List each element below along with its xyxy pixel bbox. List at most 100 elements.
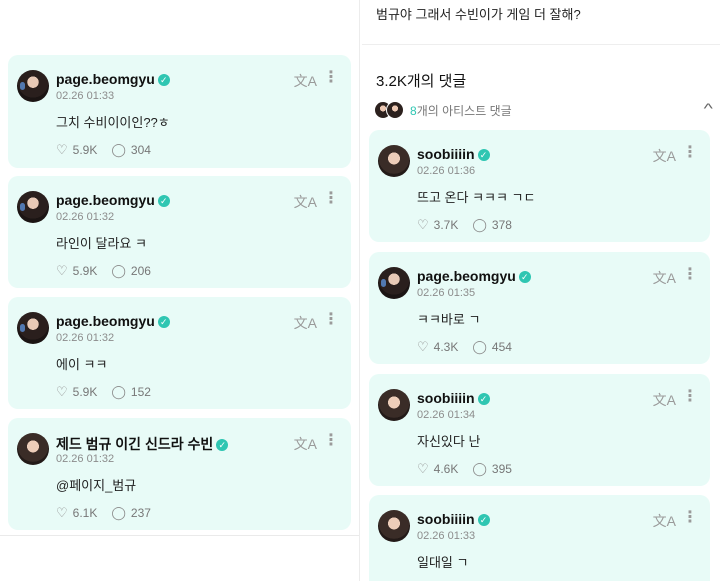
avatar[interactable] xyxy=(17,312,49,344)
comment-actions: ♡ 3.7K ◯ 378 xyxy=(417,217,526,233)
comment-card[interactable]: soobiiiin ✓ 02.26 01:36 文A ⋮ 뜨고 온다 ㅋㅋㅋ ㄱㄷ… xyxy=(369,130,710,242)
more-vertical-icon[interactable]: ⋮ xyxy=(682,389,698,405)
comment-text: 자신있다 난 xyxy=(417,434,481,449)
like-count: 3.7K xyxy=(433,218,459,232)
comment-time: 02.26 01:36 xyxy=(417,165,476,177)
artist-comment-count: 8 xyxy=(410,103,417,118)
avatar[interactable] xyxy=(378,145,410,177)
chevron-up-icon[interactable]: ^ xyxy=(704,100,713,116)
like-icon[interactable]: ♡ xyxy=(417,339,429,355)
translate-icon[interactable]: 文A xyxy=(294,192,317,212)
comment-text: 일대일 ㄱ xyxy=(417,555,469,570)
comment-author: soobiiiin xyxy=(417,511,475,527)
avatar[interactable] xyxy=(17,191,49,223)
comment-author: page.beomgyu xyxy=(417,268,516,284)
comment-card[interactable]: soobiiiin ✓ 02.26 01:33 文A ⋮ 일대일 ㄱ xyxy=(369,495,710,581)
translate-icon[interactable]: 文A xyxy=(653,390,676,410)
more-vertical-icon[interactable]: ⋮ xyxy=(323,70,339,86)
left-comment-panel: page.beomgyu ✓ 02.26 01:33 文A ⋮ 그치 수비이이인?… xyxy=(0,0,360,581)
like-icon[interactable]: ♡ xyxy=(417,461,429,477)
comment-text: 에이 ㅋㅋ xyxy=(56,357,108,372)
like-count: 5.9K xyxy=(72,264,98,278)
comment-time: 02.26 01:32 xyxy=(56,332,115,344)
avatar[interactable] xyxy=(378,510,410,542)
comment-time: 02.26 01:32 xyxy=(56,453,115,465)
translate-icon[interactable]: 文A xyxy=(294,71,317,91)
like-count: 5.9K xyxy=(72,385,98,399)
comment-text: 라인이 달라요 ㅋ xyxy=(56,236,147,251)
avatar[interactable] xyxy=(378,267,410,299)
avatar[interactable] xyxy=(17,70,49,102)
more-vertical-icon[interactable]: ⋮ xyxy=(323,312,339,328)
comment-card[interactable]: page.beomgyu ✓ 02.26 01:32 文A ⋮ 에이 ㅋㅋ ♡ 5… xyxy=(8,297,351,409)
comment-text: 뜨고 온다 ㅋㅋㅋ ㄱㄷ xyxy=(417,190,536,205)
translate-icon[interactable]: 文A xyxy=(653,268,676,288)
reply-bubble-icon[interactable]: ◯ xyxy=(472,339,487,355)
reply-bubble-icon[interactable]: ◯ xyxy=(111,505,126,521)
more-vertical-icon[interactable]: ⋮ xyxy=(323,191,339,207)
avatar[interactable] xyxy=(378,389,410,421)
translate-icon[interactable]: 文A xyxy=(653,146,676,166)
reply-bubble-icon[interactable]: ◯ xyxy=(111,263,126,279)
translate-icon[interactable]: 文A xyxy=(294,434,317,454)
post-text: 범규야 그래서 수빈이가 게임 더 잘해? xyxy=(376,7,581,22)
comment-author: soobiiiin xyxy=(417,146,475,162)
more-vertical-icon[interactable]: ⋮ xyxy=(682,267,698,283)
more-vertical-icon[interactable]: ⋮ xyxy=(682,510,698,526)
verified-badge-icon: ✓ xyxy=(157,74,170,86)
reply-bubble-icon[interactable]: ◯ xyxy=(472,461,487,477)
verified-badge-icon: ✓ xyxy=(477,393,490,405)
like-count: 4.6K xyxy=(433,462,459,476)
translate-icon[interactable]: 文A xyxy=(653,511,676,531)
reply-count: 152 xyxy=(130,385,151,399)
reply-bubble-icon[interactable]: ◯ xyxy=(111,384,126,400)
comment-card[interactable]: 제드 범규 이긴 신드라 수빈 ✓ 02.26 01:32 文A ⋮ @페이지_범… xyxy=(8,418,351,530)
reply-count: 304 xyxy=(130,143,151,157)
avatar[interactable] xyxy=(17,433,49,465)
comment-actions: ♡ 5.9K ◯ 206 xyxy=(56,263,165,279)
comment-actions: ♡ 5.9K ◯ 152 xyxy=(56,384,165,400)
comment-actions: ♡ 5.9K ◯ 304 xyxy=(56,142,165,158)
more-vertical-icon[interactable]: ⋮ xyxy=(682,145,698,161)
divider xyxy=(0,535,359,536)
verified-badge-icon: ✓ xyxy=(477,149,490,161)
reply-count: 237 xyxy=(130,506,151,520)
verified-badge-icon: ✓ xyxy=(157,195,170,207)
like-icon[interactable]: ♡ xyxy=(56,384,68,400)
comment-author: page.beomgyu xyxy=(56,71,155,87)
verified-badge-icon: ✓ xyxy=(216,439,229,451)
reply-bubble-icon[interactable]: ◯ xyxy=(472,217,487,233)
reply-count: 378 xyxy=(491,218,512,232)
divider xyxy=(362,44,720,45)
comment-text: ㅋㅋ바로 ㄱ xyxy=(417,312,481,327)
reply-count: 206 xyxy=(130,264,151,278)
comment-author: soobiiiin xyxy=(417,390,475,406)
artist-comments-toggle[interactable]: 8개의 아티스트 댓글 ^ xyxy=(374,100,714,120)
comment-time: 02.26 01:33 xyxy=(417,530,476,542)
reply-bubble-icon[interactable]: ◯ xyxy=(111,142,126,158)
more-vertical-icon[interactable]: ⋮ xyxy=(323,433,339,449)
like-count: 6.1K xyxy=(72,506,98,520)
like-icon[interactable]: ♡ xyxy=(56,142,68,158)
reply-count: 395 xyxy=(491,462,512,476)
like-icon[interactable]: ♡ xyxy=(56,505,68,521)
comment-card[interactable]: soobiiiin ✓ 02.26 01:34 文A ⋮ 자신있다 난 ♡ 4.6… xyxy=(369,374,710,486)
like-count: 5.9K xyxy=(72,143,98,157)
reply-count: 454 xyxy=(491,340,512,354)
comment-text: 그치 수비이이인??ㅎ xyxy=(56,115,170,130)
comment-time: 02.26 01:35 xyxy=(417,287,476,299)
comment-card[interactable]: page.beomgyu ✓ 02.26 01:33 文A ⋮ 그치 수비이이인?… xyxy=(8,55,351,168)
like-icon[interactable]: ♡ xyxy=(417,217,429,233)
comment-time: 02.26 01:32 xyxy=(56,211,115,223)
translate-icon[interactable]: 文A xyxy=(294,313,317,333)
comment-time: 02.26 01:33 xyxy=(56,90,115,102)
artist-comment-label: 개의 아티스트 댓글 xyxy=(416,103,512,118)
comment-author: page.beomgyu xyxy=(56,192,155,208)
comment-card[interactable]: page.beomgyu ✓ 02.26 01:32 文A ⋮ 라인이 달라요 ㅋ… xyxy=(8,176,351,288)
comment-card[interactable]: page.beomgyu ✓ 02.26 01:35 文A ⋮ ㅋㅋ바로 ㄱ ♡ … xyxy=(369,252,710,364)
comment-actions: ♡ 6.1K ◯ 237 xyxy=(56,505,165,521)
verified-badge-icon: ✓ xyxy=(518,271,531,283)
like-icon[interactable]: ♡ xyxy=(56,263,68,279)
verified-badge-icon: ✓ xyxy=(477,514,490,526)
right-comment-panel: 범규야 그래서 수빈이가 게임 더 잘해? 3.2K개의 댓글 8개의 아티스트… xyxy=(362,0,720,581)
